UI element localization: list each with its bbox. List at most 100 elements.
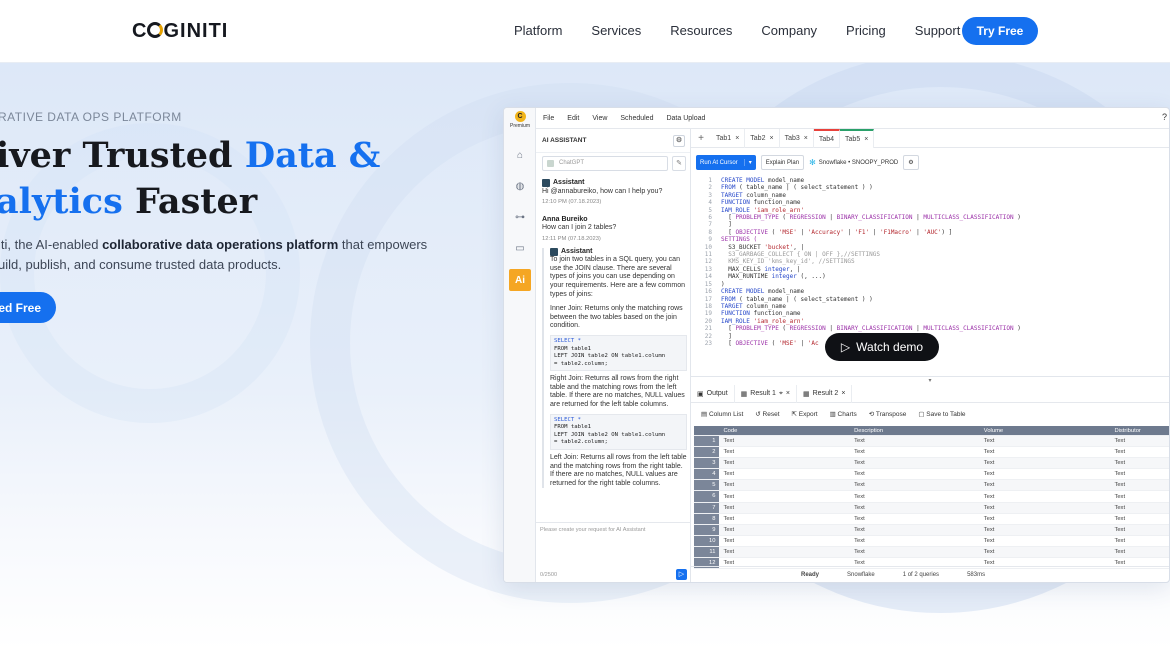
database-icon[interactable]: ◍	[512, 178, 528, 194]
get-started-free-button[interactable]: ed Free	[0, 292, 56, 323]
send-icon[interactable]: ▷	[676, 569, 687, 580]
table-cell[interactable]: Text	[1110, 549, 1169, 555]
table-cell[interactable]: Text	[719, 538, 850, 544]
menu-data-upload[interactable]: Data Upload	[666, 115, 705, 122]
tab-3[interactable]: Tab3 ×	[780, 128, 814, 148]
tab-2[interactable]: Tab2 ×	[745, 128, 780, 148]
table-cell[interactable]: Text	[1110, 538, 1169, 544]
column-list-button[interactable]: ▤ Column List	[701, 410, 743, 418]
table-row[interactable]: 5 Text Text Text Text	[694, 480, 1169, 492]
table-cell[interactable]: Text	[850, 505, 980, 511]
table-cell[interactable]: Text	[1110, 449, 1169, 455]
chevron-down-icon[interactable]: ▾	[928, 378, 931, 384]
explain-plan-button[interactable]: Explain Plan	[760, 155, 805, 170]
close-icon[interactable]: ×	[864, 136, 868, 143]
save-to-table-button[interactable]: ▢ Save to Table	[918, 410, 965, 418]
table-cell[interactable]: Text	[1110, 460, 1169, 466]
home-icon[interactable]: ⌂	[512, 147, 528, 163]
table-cell[interactable]: Text	[1110, 482, 1169, 488]
table-row[interactable]: 11 Text Text Text Text	[694, 546, 1169, 559]
close-icon[interactable]: ×	[804, 135, 808, 142]
table-cell[interactable]: Text	[980, 471, 1111, 477]
nav-services[interactable]: Services	[591, 23, 641, 38]
code-snippet[interactable]: SELECT * FROM table1 LEFT JOIN table2 ON…	[550, 413, 687, 451]
table-cell[interactable]: Text	[1110, 505, 1169, 511]
close-icon[interactable]: ×	[841, 390, 845, 397]
table-row[interactable]: 3 Text Text Text Text	[694, 458, 1169, 470]
column-header[interactable]: Description	[850, 428, 980, 434]
tab-4[interactable]: Tab4	[813, 128, 841, 148]
table-cell[interactable]: Text	[850, 494, 980, 500]
tab-result-1[interactable]: ▦ Result 1 ⌖ ×	[735, 384, 797, 403]
table-cell[interactable]: Text	[719, 438, 850, 444]
table-cell[interactable]: Text	[980, 494, 1111, 500]
table-cell[interactable]: Text	[719, 505, 850, 511]
table-cell[interactable]: Text	[719, 494, 850, 500]
charts-button[interactable]: ▥ Charts	[830, 410, 857, 418]
table-row[interactable]: 4 Text Text Text Text	[694, 469, 1169, 481]
table-cell[interactable]: Text	[1110, 494, 1169, 500]
nav-company[interactable]: Company	[761, 23, 817, 38]
table-cell[interactable]: Text	[719, 449, 850, 455]
table-cell[interactable]: Text	[850, 482, 980, 488]
table-cell[interactable]: Text	[1110, 516, 1169, 522]
table-cell[interactable]: Text	[980, 482, 1111, 488]
table-cell[interactable]: Text	[719, 516, 850, 522]
code-snippet[interactable]: SELECT * FROM table1 LEFT JOIN table2 ON…	[550, 334, 687, 372]
watch-demo-button[interactable]: ▷ Watch demo	[825, 333, 939, 361]
table-cell[interactable]: Text	[850, 438, 980, 444]
table-cell[interactable]: Text	[1110, 438, 1169, 444]
try-free-button[interactable]: Try Free	[962, 17, 1038, 45]
table-cell[interactable]: Text	[719, 460, 850, 466]
table-cell[interactable]: Text	[850, 538, 980, 544]
menu-view[interactable]: View	[592, 115, 607, 122]
pin-icon[interactable]: ⌖	[779, 390, 783, 398]
close-icon[interactable]: ×	[735, 135, 739, 142]
tab-output[interactable]: ▣ Output	[691, 384, 735, 403]
coginiti-logo[interactable]: C GINITI	[132, 20, 228, 43]
tab-5[interactable]: Tab5 ×	[840, 128, 875, 148]
gear-icon[interactable]: ⚙	[673, 135, 685, 147]
table-cell[interactable]: Text	[850, 549, 980, 555]
table-cell[interactable]: Text	[980, 460, 1111, 466]
menu-scheduled[interactable]: Scheduled	[620, 115, 653, 122]
reset-button[interactable]: ↺ Reset	[755, 410, 779, 418]
pane-splitter[interactable]: ▾	[691, 376, 1169, 384]
table-row[interactable]: 10 Text Text Text Text	[694, 535, 1169, 547]
tab-1[interactable]: Tab1 ×	[711, 128, 746, 148]
transpose-button[interactable]: ⟲ Transpose	[869, 410, 907, 418]
close-icon[interactable]: ×	[769, 135, 773, 142]
table-cell[interactable]: Text	[850, 471, 980, 477]
column-header[interactable]: Code	[719, 428, 850, 434]
nav-pricing[interactable]: Pricing	[846, 23, 886, 38]
new-tab-icon[interactable]: +	[691, 133, 711, 144]
table-cell[interactable]: Text	[980, 527, 1111, 533]
column-header[interactable]: Distributor	[1110, 428, 1169, 434]
ai-prompt-area[interactable]: Please create your request for AI Assist…	[536, 522, 691, 582]
nav-resources[interactable]: Resources	[670, 23, 732, 38]
table-row[interactable]: 7 Text Text Text Text	[694, 502, 1169, 514]
table-cell[interactable]: Text	[719, 549, 850, 555]
run-at-cursor-button[interactable]: Run At Cursor ▾	[696, 155, 756, 170]
table-cell[interactable]: Text	[719, 482, 850, 488]
gear-icon[interactable]: ⚙	[903, 155, 919, 170]
table-row[interactable]: 6 Text Text Text Text	[694, 491, 1169, 503]
clear-chat-icon[interactable]: ✎	[672, 156, 686, 171]
schema-icon[interactable]: ⊶	[512, 209, 528, 225]
connection-select[interactable]: ✻ Snowflake • SNOOPY_PROD	[809, 158, 898, 167]
table-cell[interactable]: Text	[980, 549, 1111, 555]
table-row[interactable]: 8 Text Text Text Text	[694, 513, 1169, 525]
table-cell[interactable]: Text	[1110, 471, 1169, 477]
table-cell[interactable]: Text	[980, 449, 1111, 455]
model-select[interactable]: ChatGPT	[542, 156, 668, 171]
table-cell[interactable]: Text	[850, 449, 980, 455]
folder-icon[interactable]: ▭	[512, 240, 528, 256]
table-cell[interactable]: Text	[850, 516, 980, 522]
ai-assistant-icon[interactable]: Ai	[509, 269, 531, 291]
result-grid[interactable]: Code Description Volume Distributor 1 Text Tex…	[694, 426, 1169, 570]
table-row[interactable]: 1 Text Text Text Text	[694, 436, 1169, 448]
chevron-down-icon[interactable]: ▾	[743, 159, 752, 166]
table-cell[interactable]: Text	[980, 516, 1111, 522]
table-cell[interactable]: Text	[719, 471, 850, 477]
table-row[interactable]: 9 Text Text Text Text	[694, 524, 1169, 536]
